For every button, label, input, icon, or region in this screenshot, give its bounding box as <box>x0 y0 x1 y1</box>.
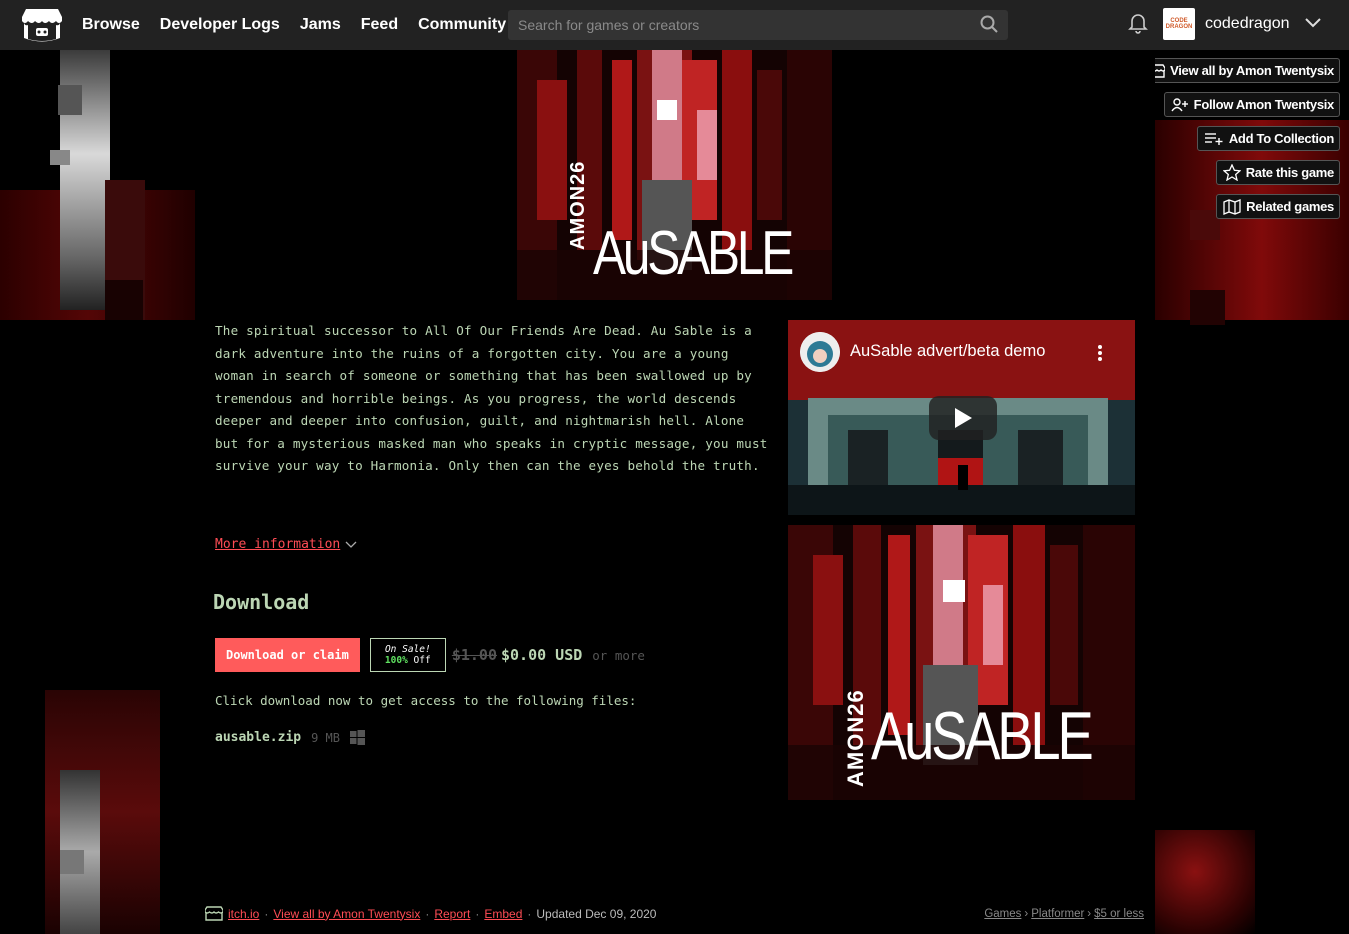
current-price: $0.00 USD <box>500 646 583 664</box>
more-information-link[interactable]: More information <box>215 537 357 552</box>
search-input[interactable] <box>508 10 988 40</box>
original-price: $1.00 <box>451 646 497 664</box>
chevron-down-icon <box>345 541 357 548</box>
windows-icon <box>350 730 365 745</box>
cover-title: AuSABLE <box>593 219 794 288</box>
download-row: Download or claim On Sale! 100% Off $1.0… <box>215 638 645 672</box>
top-navigation-bar: Browse Developer Logs Jams Feed Communit… <box>0 0 1349 50</box>
file-name: ausable.zip <box>215 730 302 745</box>
game-page-column: AMON26 AuSABLE The spiritual successor t… <box>195 50 1155 934</box>
nav-jams[interactable]: Jams <box>300 16 341 34</box>
sale-discount: 100% Off <box>385 655 431 666</box>
game-description: The spiritual successor to All Of Our Fr… <box>215 323 768 473</box>
nav-developer-logs[interactable]: Developer Logs <box>160 16 280 34</box>
game-actions: View all by Amon Twentysix Follow Amon T… <box>1142 58 1340 219</box>
cover-banner: AMON26 AuSABLE <box>517 50 832 300</box>
rate-game-button[interactable]: Rate this game <box>1215 160 1340 185</box>
channel-avatar[interactable] <box>800 332 840 372</box>
breadcrumb-separator: › <box>1087 908 1092 920</box>
breadcrumb-price[interactable]: $5 or less <box>1094 908 1144 920</box>
map-icon <box>1223 198 1241 215</box>
search-bar <box>508 10 1008 40</box>
cover-brand: AMON26 <box>567 160 589 250</box>
user-avatar[interactable]: CODE DRAGON <box>1163 8 1195 40</box>
footer-itchio-link[interactable]: itch.io <box>228 907 259 921</box>
footer-view-all-link[interactable]: View all by Amon Twentysix <box>273 907 420 921</box>
itchio-logo-icon[interactable] <box>22 7 62 43</box>
user-plus-icon <box>1171 97 1188 111</box>
screenshot-brand: AMON26 <box>843 689 868 787</box>
game-footer: itch.io · View all by Amon Twentysix · R… <box>205 906 656 921</box>
list-plus-icon <box>1204 132 1223 145</box>
avatar-text: CODE DRAGON <box>1165 18 1193 30</box>
sale-badge: On Sale! 100% Off <box>369 638 446 672</box>
file-item: ausable.zip 9 MB <box>215 730 365 745</box>
star-icon <box>1222 164 1241 181</box>
chevron-down-icon[interactable] <box>1304 16 1322 30</box>
game-screenshot[interactable]: AMON26 AuSABLE <box>788 525 1135 800</box>
nav-feed[interactable]: Feed <box>361 16 398 34</box>
search-icon[interactable] <box>980 15 998 33</box>
file-size: 9 MB <box>311 730 340 745</box>
footer-report-link[interactable]: Report <box>434 907 470 921</box>
video-title[interactable]: AuSable advert/beta demo <box>850 342 1045 361</box>
itchio-icon[interactable] <box>205 906 223 921</box>
play-icon <box>955 408 972 428</box>
nav-browse[interactable]: Browse <box>82 16 140 34</box>
sale-off: Off <box>413 655 431 666</box>
more-information-label: More information <box>215 537 341 552</box>
footer-separator: · <box>527 906 532 921</box>
footer-embed-link[interactable]: Embed <box>484 907 522 921</box>
related-games-label: Related games <box>1246 199 1334 214</box>
view-all-by-label: View all by Amon Twentysix <box>1170 63 1334 78</box>
files-note: Click download now to get access to the … <box>215 693 637 708</box>
bell-icon[interactable] <box>1128 12 1148 34</box>
sale-label: On Sale! <box>384 644 431 655</box>
or-more-text: or more <box>592 647 645 663</box>
footer-separator: · <box>425 906 430 921</box>
background-art-left <box>0 50 195 934</box>
add-to-collection-label: Add To Collection <box>1228 131 1334 146</box>
more-vertical-icon[interactable] <box>1097 344 1103 362</box>
footer-updated: Updated Dec 09, 2020 <box>536 906 657 921</box>
follow-button[interactable]: Follow Amon Twentysix <box>1163 92 1340 117</box>
breadcrumb-games[interactable]: Games <box>984 908 1021 920</box>
username[interactable]: codedragon <box>1205 15 1290 33</box>
download-or-claim-button[interactable]: Download or claim <box>215 638 360 672</box>
related-games-button[interactable]: Related games <box>1216 194 1340 219</box>
breadcrumb-platformer[interactable]: Platformer <box>1031 908 1084 920</box>
screenshot-title: AuSABLE <box>871 698 1094 774</box>
breadcrumb-separator: › <box>1024 908 1029 920</box>
footer-separator: · <box>264 906 269 921</box>
main-nav: Browse Developer Logs Jams Feed Communit… <box>82 0 506 50</box>
youtube-video-embed[interactable]: AuSable advert/beta demo <box>788 320 1135 515</box>
video-play-button[interactable] <box>929 396 997 440</box>
download-heading: Download <box>213 590 310 614</box>
add-to-collection-button[interactable]: Add To Collection <box>1196 126 1340 151</box>
nav-community[interactable]: Community <box>418 16 506 34</box>
view-all-by-button[interactable]: View all by Amon Twentysix <box>1142 58 1340 83</box>
rate-game-label: Rate this game <box>1245 165 1335 180</box>
follow-label: Follow Amon Twentysix <box>1193 97 1335 112</box>
sale-percent: 100% <box>384 655 408 666</box>
breadcrumb: Games › Platformer › $5 or less <box>984 908 1144 920</box>
footer-separator: · <box>475 906 480 921</box>
